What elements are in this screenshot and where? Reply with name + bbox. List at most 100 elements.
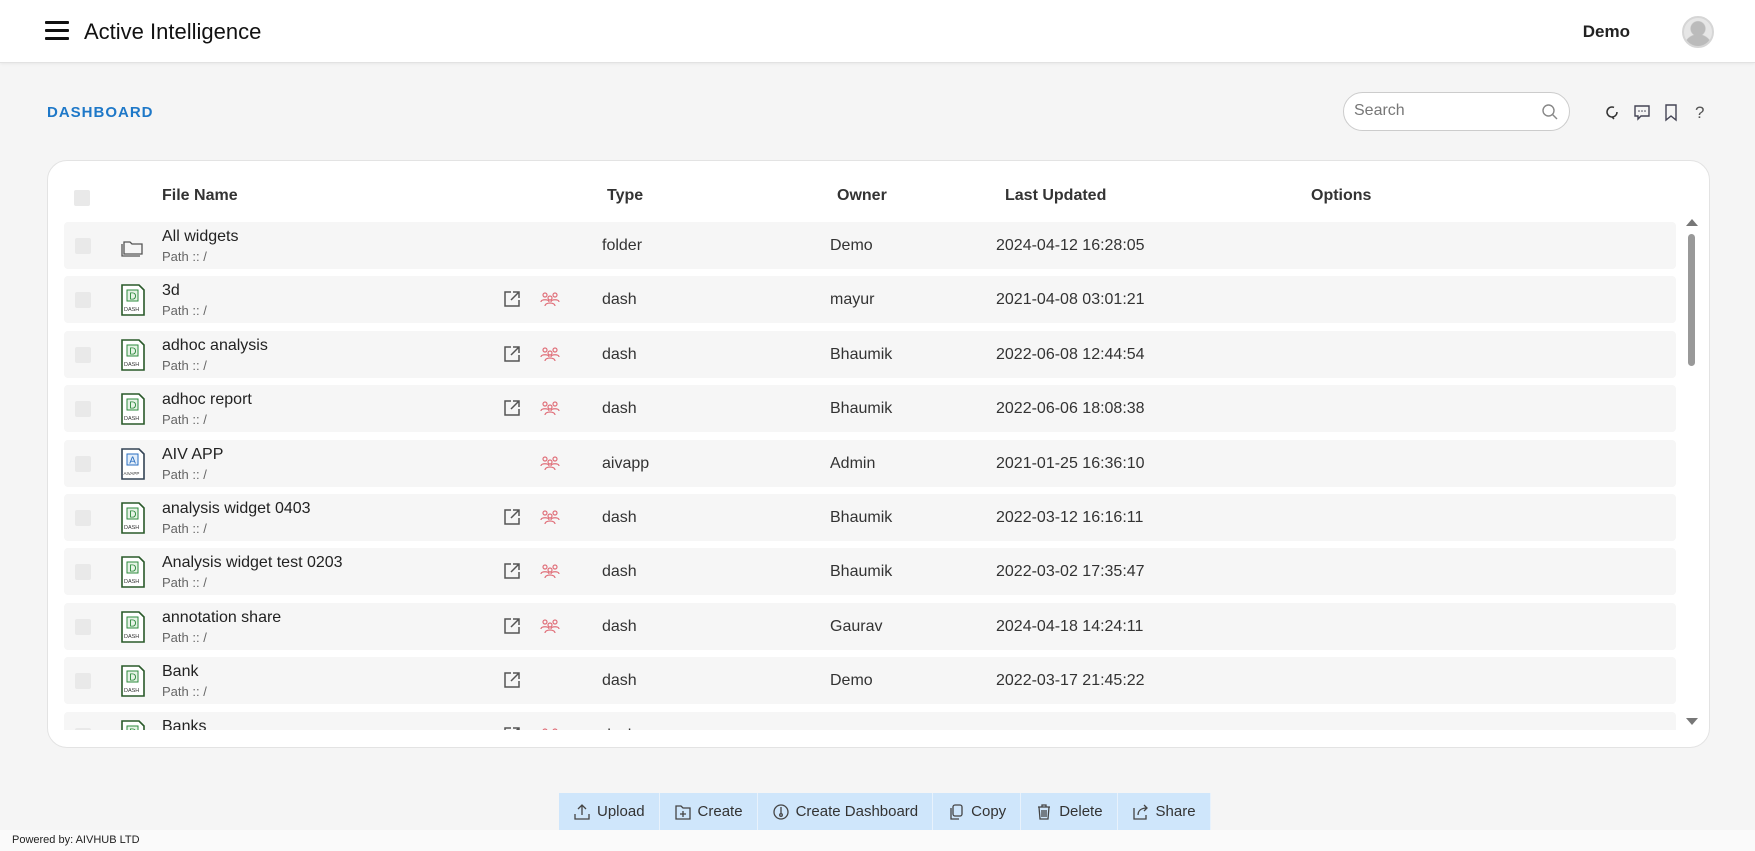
file-type: dash	[602, 563, 637, 581]
shared-users-icon[interactable]	[540, 725, 560, 730]
scrollbar-thumb[interactable]	[1688, 234, 1695, 366]
action-bar: Upload Create Create Dashboard Copy Delete Sh…	[559, 793, 1211, 830]
powered-by: Powered by: AIVHUB LTD	[12, 834, 140, 846]
svg-text:DASH: DASH	[124, 634, 139, 640]
open-external-icon[interactable]	[502, 344, 522, 369]
column-owner[interactable]: Owner	[837, 187, 887, 205]
file-name[interactable]: analysis widget 0403	[162, 500, 311, 518]
user-name[interactable]: Demo	[1583, 22, 1630, 42]
file-name[interactable]: Banks	[162, 718, 206, 730]
create-button[interactable]: Create	[659, 793, 758, 830]
comment-icon[interactable]	[1632, 102, 1652, 122]
svg-text:DASH: DASH	[124, 579, 139, 585]
dash-file-icon: DDASH	[120, 556, 146, 593]
file-name[interactable]: 3d	[162, 282, 180, 300]
file-name[interactable]: Bank	[162, 663, 198, 681]
bookmark-icon[interactable]	[1661, 102, 1681, 122]
select-all-checkbox[interactable]	[74, 190, 90, 206]
shared-users-icon[interactable]	[540, 398, 560, 423]
shared-users-icon[interactable]	[540, 453, 560, 478]
table-row[interactable]: D DASH annotation share Path :: / dash Ga…	[64, 602, 1676, 650]
column-file-name[interactable]: File Name	[162, 187, 238, 205]
row-checkbox[interactable]	[75, 673, 91, 690]
copy-icon	[947, 803, 965, 821]
file-owner: Admin	[830, 454, 876, 472]
dashboard-icon	[772, 803, 790, 821]
button-label: Create Dashboard	[795, 803, 919, 820]
row-checkbox[interactable]	[75, 564, 91, 581]
file-updated: 2021-04-08 03:01:21	[996, 291, 1145, 309]
upload-button[interactable]: Upload	[559, 793, 660, 830]
row-checkbox[interactable]	[75, 727, 91, 730]
file-type: dash	[602, 509, 637, 526]
row-checkbox[interactable]	[75, 292, 91, 309]
column-type[interactable]: Type	[607, 187, 643, 205]
open-external-icon[interactable]	[502, 398, 522, 423]
folder-file-icon	[120, 230, 146, 267]
file-name[interactable]: adhoc report	[162, 391, 252, 409]
open-external-icon[interactable]	[502, 289, 522, 314]
row-checkbox[interactable]	[75, 401, 91, 418]
file-name[interactable]: All widgets	[162, 228, 238, 246]
row-checkbox[interactable]	[75, 618, 91, 635]
table-row[interactable]: D DASH adhoc report Path :: / dash Bhaumi…	[64, 385, 1676, 433]
avatar[interactable]	[1682, 16, 1714, 48]
open-external-icon[interactable]	[502, 670, 522, 695]
dash-file-icon: DDASH	[120, 338, 146, 376]
shared-users-icon[interactable]	[540, 289, 560, 314]
table-row[interactable]: D DASH 3d Path :: / dash mayur 2021-04-08…	[64, 276, 1676, 324]
copy-button[interactable]: Copy	[933, 793, 1022, 830]
footer: Powered by: AIVHUB LTD	[0, 830, 1755, 851]
search-icon[interactable]	[1541, 103, 1559, 121]
open-external-icon[interactable]	[502, 507, 522, 532]
file-type: dash	[602, 345, 637, 363]
file-owner: Bhaumik	[830, 563, 893, 581]
column-last-updated[interactable]: Last Updated	[1005, 187, 1106, 205]
shared-users-icon[interactable]	[540, 344, 560, 369]
table-row[interactable]: D DASH adhoc analysis Path :: / dash Bhau…	[64, 330, 1676, 378]
breadcrumb[interactable]: DASHBOARD	[47, 104, 154, 121]
create-dashboard-button[interactable]: Create Dashboard	[757, 793, 934, 830]
menu-icon[interactable]	[45, 21, 69, 41]
file-path: Path :: /	[162, 412, 207, 428]
file-owner: Gaurav	[830, 617, 883, 635]
delete-button[interactable]: Delete	[1021, 793, 1118, 830]
create-folder-icon	[674, 803, 692, 821]
search-input[interactable]	[1354, 102, 1534, 120]
scroll-down-arrow[interactable]	[1686, 718, 1698, 725]
open-external-icon[interactable]	[502, 561, 522, 586]
file-name[interactable]: annotation share	[162, 609, 281, 627]
file-updated: 2024-04-12 16:28:05	[996, 237, 1145, 254]
file-type: aivapp	[602, 454, 650, 472]
button-label: Create	[697, 803, 743, 820]
open-external-icon[interactable]	[502, 616, 522, 641]
file-updated: 2022-03-12 16:16:11	[996, 509, 1144, 526]
dash-file-icon: DDASH	[120, 719, 146, 730]
table-row[interactable]: D DASH Analysis widget test 0203 Path :: …	[64, 548, 1676, 596]
table-row[interactable]: D DASH analysis widget 0403 Path :: / das…	[64, 494, 1676, 541]
shared-users-icon[interactable]	[540, 507, 560, 532]
table-row[interactable]: DDASH Banks Path :: / dash	[64, 711, 1676, 730]
svg-text:D: D	[129, 673, 136, 684]
table-row[interactable]: A AIVAPP AIV APP Path :: / aivapp Admin 2…	[64, 439, 1676, 487]
row-checkbox[interactable]	[75, 455, 91, 472]
refresh-icon[interactable]	[1602, 102, 1622, 122]
row-checkbox[interactable]	[75, 346, 91, 363]
scroll-up-arrow[interactable]	[1686, 219, 1698, 226]
file-name[interactable]: AIV APP	[162, 446, 223, 464]
table-row[interactable]: All widgets Path :: / folder Demo 2024-0…	[64, 222, 1676, 269]
file-name[interactable]: Analysis widget test 0203	[162, 554, 343, 572]
svg-text:A: A	[129, 455, 136, 466]
search-box	[1343, 92, 1570, 131]
open-external-icon[interactable]	[502, 725, 522, 730]
share-button[interactable]: Share	[1117, 793, 1211, 830]
help-icon[interactable]: ?	[1690, 102, 1710, 122]
row-checkbox[interactable]	[75, 238, 91, 254]
file-name[interactable]: adhoc analysis	[162, 337, 268, 355]
row-checkbox[interactable]	[75, 510, 91, 526]
file-path: Path :: /	[162, 521, 207, 536]
shared-users-icon[interactable]	[540, 561, 560, 586]
button-label: Delete	[1059, 803, 1103, 820]
shared-users-icon[interactable]	[540, 616, 560, 641]
table-row[interactable]: D DASH Bank Path :: / dash Demo 2022-03-1…	[64, 657, 1676, 705]
